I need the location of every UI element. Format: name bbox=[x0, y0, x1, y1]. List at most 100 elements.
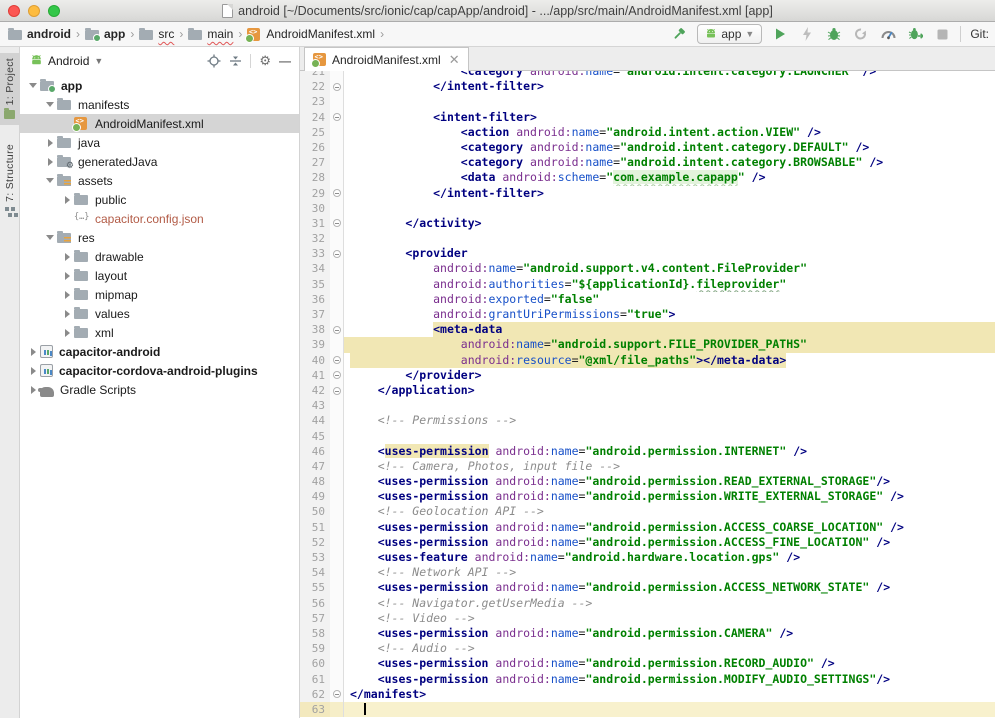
close-window-button[interactable] bbox=[8, 5, 20, 17]
code-line-52[interactable]: 52 <uses-permission android:name="androi… bbox=[300, 535, 995, 550]
code-line-46[interactable]: 46 <uses-permission android:name="androi… bbox=[300, 444, 995, 459]
tree-item-manifests[interactable]: manifests bbox=[20, 95, 299, 114]
breadcrumb-item-main[interactable]: main bbox=[186, 27, 235, 41]
attach-profiler-icon[interactable] bbox=[852, 25, 870, 43]
tree-item-androidmanifest-xml[interactable]: AndroidManifest.xml bbox=[20, 114, 299, 133]
tool-window-tab-project[interactable]: 1: Project bbox=[0, 53, 20, 125]
code-line-41[interactable]: 41 </provider> bbox=[300, 368, 995, 383]
code-line-61[interactable]: 61 <uses-permission android:name="androi… bbox=[300, 672, 995, 687]
tree-item-capacitor-cordova-android-plugins[interactable]: capacitor-cordova-android-plugins bbox=[20, 361, 299, 380]
tree-item-res[interactable]: res bbox=[20, 228, 299, 247]
code-line-31[interactable]: 31 </activity> bbox=[300, 216, 995, 231]
code-line-48[interactable]: 48 <uses-permission android:name="androi… bbox=[300, 474, 995, 489]
fold-marker-icon[interactable] bbox=[330, 322, 343, 337]
chevron-right-icon[interactable] bbox=[60, 196, 74, 204]
breadcrumb-item-src[interactable]: src bbox=[137, 27, 176, 41]
code-line-26[interactable]: 26 <category android:name="android.inten… bbox=[300, 140, 995, 155]
zoom-window-button[interactable] bbox=[48, 5, 60, 17]
chevron-right-icon[interactable] bbox=[60, 329, 74, 337]
fold-marker-icon[interactable] bbox=[330, 687, 343, 702]
profiler-gauge-icon[interactable] bbox=[879, 25, 897, 43]
chevron-right-icon[interactable] bbox=[60, 310, 74, 318]
tree-item-layout[interactable]: layout bbox=[20, 266, 299, 285]
code-line-32[interactable]: 32 bbox=[300, 231, 995, 246]
code-line-33[interactable]: 33 <provider bbox=[300, 246, 995, 261]
apply-changes-lightning-icon[interactable] bbox=[798, 25, 816, 43]
code-line-29[interactable]: 29 </intent-filter> bbox=[300, 186, 995, 201]
code-line-60[interactable]: 60 <uses-permission android:name="androi… bbox=[300, 656, 995, 671]
code-line-37[interactable]: 37 android:grantUriPermissions="true"> bbox=[300, 307, 995, 322]
tree-item-generatedjava[interactable]: generatedJava bbox=[20, 152, 299, 171]
code-line-59[interactable]: 59 <!-- Audio --> bbox=[300, 641, 995, 656]
code-line-58[interactable]: 58 <uses-permission android:name="androi… bbox=[300, 626, 995, 641]
code-line-38[interactable]: 38 <meta-data bbox=[300, 322, 995, 337]
tree-item-values[interactable]: values bbox=[20, 304, 299, 323]
code-line-34[interactable]: 34 android:name="android.support.v4.cont… bbox=[300, 261, 995, 276]
stop-button[interactable] bbox=[933, 25, 951, 43]
fold-marker-icon[interactable] bbox=[330, 368, 343, 383]
code-line-36[interactable]: 36 android:exported="false" bbox=[300, 292, 995, 307]
project-view-selector[interactable]: Android ▼ bbox=[30, 54, 103, 68]
fold-marker-icon[interactable] bbox=[330, 186, 343, 201]
chevron-down-icon[interactable] bbox=[43, 178, 57, 183]
code-line-35[interactable]: 35 android:authorities="${applicationId}… bbox=[300, 277, 995, 292]
chevron-down-icon[interactable] bbox=[43, 235, 57, 240]
breadcrumb-item-android[interactable]: android bbox=[6, 27, 73, 41]
fold-marker-icon[interactable] bbox=[330, 79, 343, 94]
code-line-62[interactable]: 62</manifest> bbox=[300, 687, 995, 702]
fold-marker-icon[interactable] bbox=[330, 246, 343, 261]
run-configuration-dropdown[interactable]: app ▼ bbox=[697, 24, 762, 44]
code-line-30[interactable]: 30 bbox=[300, 201, 995, 216]
minimize-window-button[interactable] bbox=[28, 5, 40, 17]
tool-window-tab-structure[interactable]: 7: Structure bbox=[0, 139, 20, 223]
code-line-47[interactable]: 47 <!-- Camera, Photos, input file --> bbox=[300, 459, 995, 474]
tree-item-xml[interactable]: xml bbox=[20, 323, 299, 342]
fold-marker-icon[interactable] bbox=[330, 216, 343, 231]
tree-item-capacitor-android[interactable]: capacitor-android bbox=[20, 342, 299, 361]
code-line-43[interactable]: 43 bbox=[300, 398, 995, 413]
run-button[interactable] bbox=[771, 25, 789, 43]
chevron-right-icon[interactable] bbox=[43, 139, 57, 147]
code-line-40[interactable]: 40 android:resource="@xml/file_paths"></… bbox=[300, 353, 995, 368]
code-area[interactable]: 21 <category android:name="android.inten… bbox=[300, 71, 995, 718]
code-line-39[interactable]: 39 android:name="android.support.FILE_PR… bbox=[300, 337, 995, 352]
attach-debugger-to-android-icon[interactable] bbox=[906, 25, 924, 43]
code-line-56[interactable]: 56 <!-- Navigator.getUserMedia --> bbox=[300, 596, 995, 611]
code-line-63[interactable]: 63 bbox=[300, 702, 995, 717]
chevron-down-icon[interactable] bbox=[43, 102, 57, 107]
code-line-25[interactable]: 25 <action android:name="android.intent.… bbox=[300, 125, 995, 140]
close-icon[interactable]: ✕ bbox=[449, 53, 460, 66]
chevron-right-icon[interactable] bbox=[43, 158, 57, 166]
breadcrumb-item-androidmanifest-xml[interactable]: AndroidManifest.xml bbox=[245, 27, 377, 41]
tree-item-capacitor-config-json[interactable]: capacitor.config.json bbox=[20, 209, 299, 228]
tree-item-app[interactable]: app bbox=[20, 76, 299, 95]
chevron-down-icon[interactable] bbox=[26, 83, 40, 88]
git-branch-widget[interactable]: Git: bbox=[970, 27, 989, 41]
chevron-right-icon[interactable] bbox=[26, 348, 40, 356]
code-line-49[interactable]: 49 <uses-permission android:name="androi… bbox=[300, 489, 995, 504]
breadcrumb-item-app[interactable]: app bbox=[83, 27, 127, 41]
tree-item-drawable[interactable]: drawable bbox=[20, 247, 299, 266]
code-line-50[interactable]: 50 <!-- Geolocation API --> bbox=[300, 504, 995, 519]
code-line-45[interactable]: 45 bbox=[300, 429, 995, 444]
code-line-22[interactable]: 22 </intent-filter> bbox=[300, 79, 995, 94]
tree-item-gradle-scripts[interactable]: Gradle Scripts bbox=[20, 380, 299, 399]
code-line-55[interactable]: 55 <uses-permission android:name="androi… bbox=[300, 580, 995, 595]
chevron-right-icon[interactable] bbox=[60, 272, 74, 280]
code-line-53[interactable]: 53 <uses-feature android:name="android.h… bbox=[300, 550, 995, 565]
make-project-hammer-icon[interactable] bbox=[670, 25, 688, 43]
code-line-28[interactable]: 28 <data android:scheme="com.example.cap… bbox=[300, 170, 995, 185]
fold-marker-icon[interactable] bbox=[330, 353, 343, 368]
debug-button[interactable] bbox=[825, 25, 843, 43]
tree-item-mipmap[interactable]: mipmap bbox=[20, 285, 299, 304]
code-line-21[interactable]: 21 <category android:name="android.inten… bbox=[300, 71, 995, 79]
chevron-right-icon[interactable] bbox=[60, 253, 74, 261]
code-line-27[interactable]: 27 <category android:name="android.inten… bbox=[300, 155, 995, 170]
code-line-23[interactable]: 23 bbox=[300, 94, 995, 109]
code-line-44[interactable]: 44 <!-- Permissions --> bbox=[300, 413, 995, 428]
chevron-right-icon[interactable] bbox=[26, 367, 40, 375]
code-line-54[interactable]: 54 <!-- Network API --> bbox=[300, 565, 995, 580]
tab-androidmanifest[interactable]: AndroidManifest.xml ✕ bbox=[304, 47, 469, 71]
fold-marker-icon[interactable] bbox=[330, 110, 343, 125]
tree-item-assets[interactable]: assets bbox=[20, 171, 299, 190]
